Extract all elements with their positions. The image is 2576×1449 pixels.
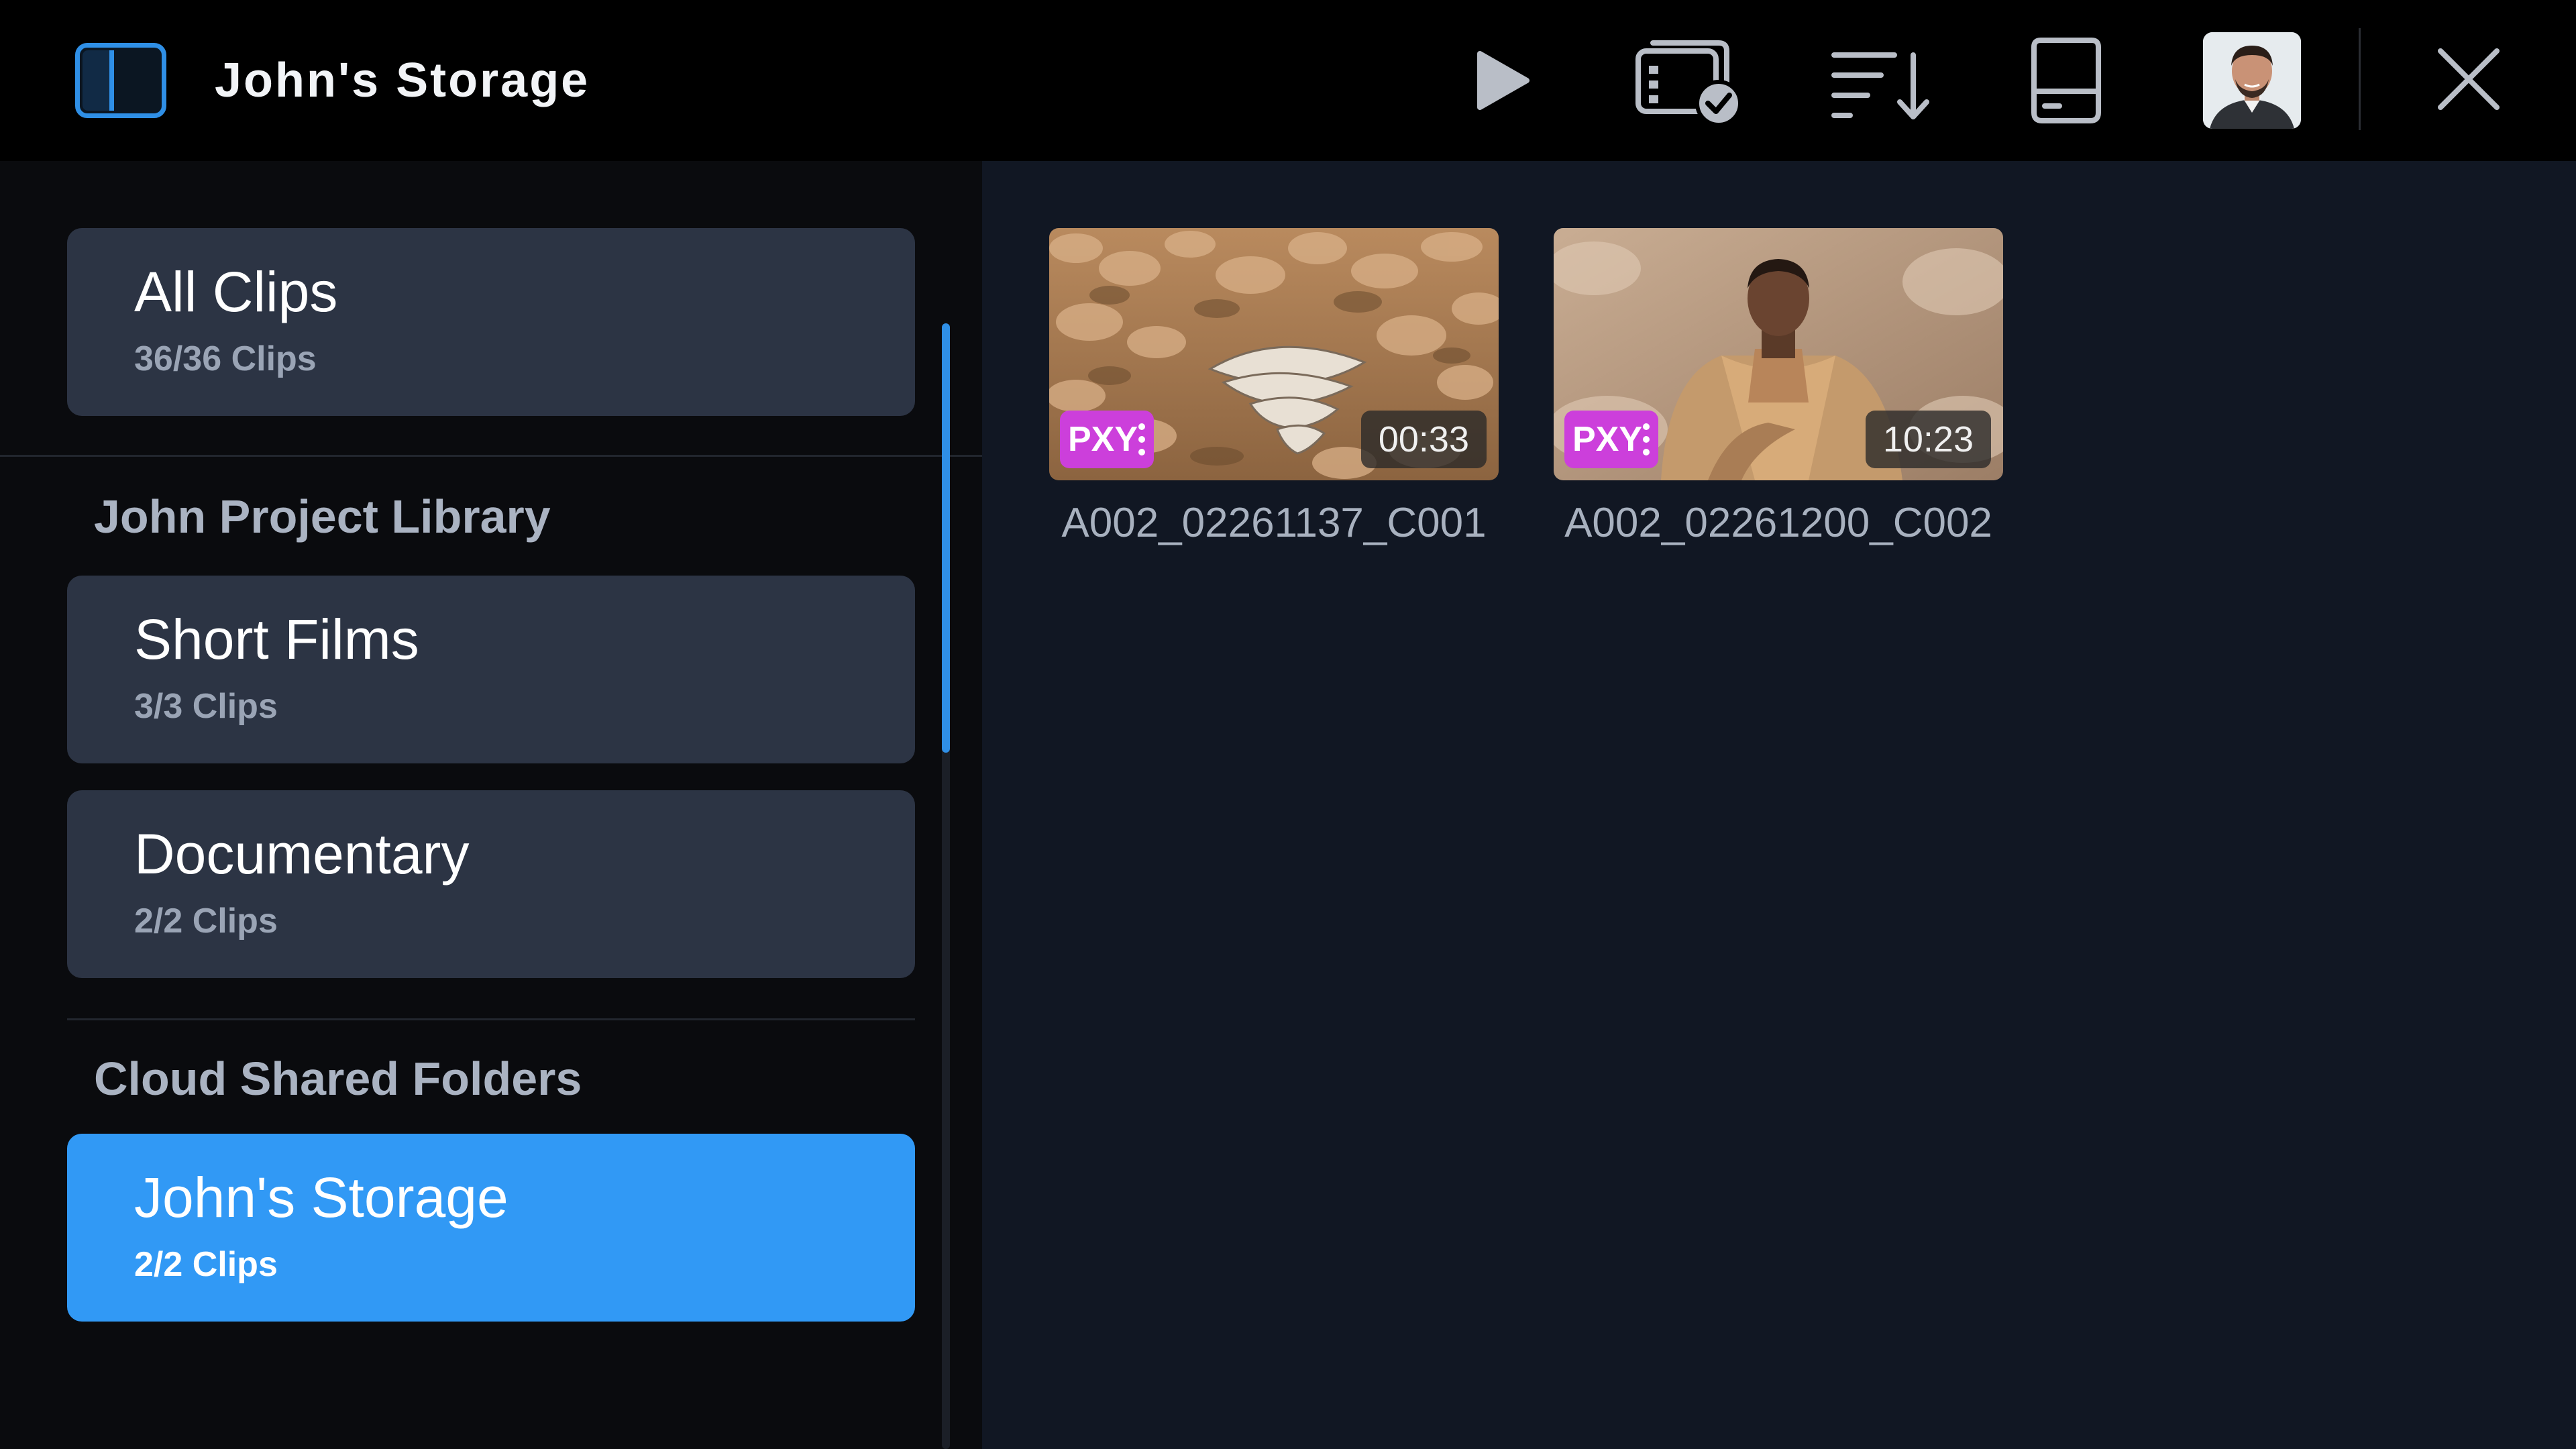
close-icon: [2438, 48, 2500, 110]
clip-duration: 00:33: [1360, 411, 1487, 468]
toolbar-divider: [2359, 28, 2361, 130]
proxy-badge: PXY: [1060, 411, 1154, 468]
sidebar-item-count: 3/3 Clips: [134, 687, 278, 726]
sort-button[interactable]: [1807, 27, 1941, 134]
sidebar-item-johns-storage[interactable]: John's Storage 2/2 Clips: [67, 1134, 915, 1322]
more-dots-icon: [1643, 423, 1650, 455]
section-divider: [67, 1018, 915, 1020]
top-bar: John's Storage: [0, 0, 2576, 161]
sidebar-item-all-clips[interactable]: All Clips 36/36 Clips: [67, 228, 915, 416]
sidebar-item-title: Documentary: [134, 822, 470, 885]
section-label-cloud-shared: Cloud Shared Folders: [94, 1053, 582, 1105]
sidebar-item-title: All Clips: [134, 260, 338, 323]
user-avatar[interactable]: [2203, 32, 2301, 129]
proxy-badge-label: PXY: [1068, 420, 1138, 459]
sidebar-item-count: 2/2 Clips: [134, 1245, 278, 1284]
play-icon: [1477, 51, 1529, 110]
section-label-project-library: John Project Library: [94, 490, 551, 543]
clip-grid: PXY 00:33 A002_02261137_C001 PXY 10:23 A…: [982, 161, 2576, 1449]
sidebar-item-title: Short Films: [134, 608, 419, 671]
more-dots-icon: [1138, 423, 1145, 455]
page-title: John's Storage: [215, 54, 590, 107]
close-button[interactable]: [2402, 27, 2536, 134]
play-button[interactable]: [1433, 27, 1567, 134]
clips-check-icon: [1635, 40, 1742, 127]
storage-drive-button[interactable]: [1998, 27, 2132, 134]
clip-tile[interactable]: PXY 10:23 A002_02261200_C002: [1554, 228, 2003, 564]
proxy-badge-label: PXY: [1572, 420, 1643, 459]
sidebar-item-short-films[interactable]: Short Films 3/3 Clips: [67, 576, 915, 763]
avatar-portrait: [2203, 32, 2301, 129]
clip-tile[interactable]: PXY 00:33 A002_02261137_C001: [1049, 228, 1499, 564]
clip-name: A002_02261137_C001: [1061, 500, 1487, 546]
drive-icon: [2031, 38, 2101, 123]
sidebar-item-count: 36/36 Clips: [134, 339, 317, 378]
sidebar-scrollbar-thumb[interactable]: [942, 323, 950, 753]
sidebar-pane-shape: [83, 50, 114, 111]
clip-name: A002_02261200_C002: [1564, 500, 1992, 546]
sidebar-toggle-icon[interactable]: [75, 43, 166, 118]
sidebar-item-count: 2/2 Clips: [134, 902, 278, 941]
select-clips-button[interactable]: [1618, 27, 1752, 134]
sidebar-item-title: John's Storage: [134, 1166, 508, 1229]
sidebar: All Clips 36/36 Clips John Project Libra…: [0, 161, 982, 1449]
clip-duration: 10:23: [1865, 411, 1991, 468]
proxy-badge: PXY: [1564, 411, 1658, 468]
sidebar-item-documentary[interactable]: Documentary 2/2 Clips: [67, 790, 915, 978]
section-divider: [0, 455, 982, 457]
sort-icon: [1831, 52, 1929, 119]
